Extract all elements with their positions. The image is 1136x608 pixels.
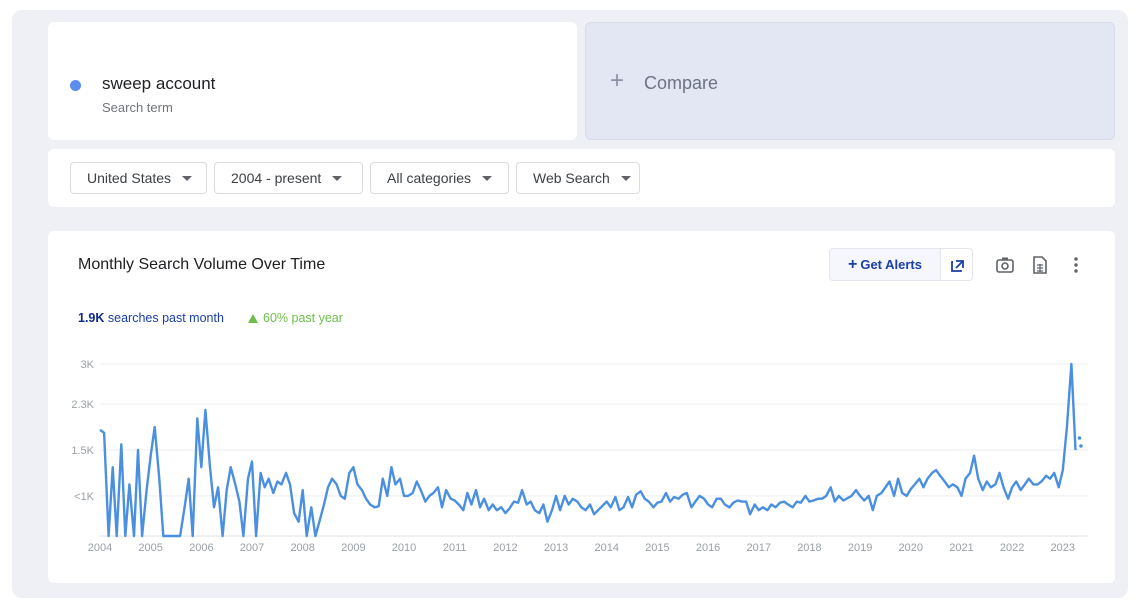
x-tick-label: 2014 — [594, 542, 618, 554]
x-tick-label: 2019 — [848, 542, 872, 554]
line-chart: <1K 1.5K 2.3K 3K 2004 2005 2006 2007 2008 2009 201… — [71, 359, 1088, 554]
x-tick-label: 2004 — [88, 542, 112, 554]
caret-down-icon — [620, 175, 631, 181]
x-tick-label: 2015 — [645, 542, 669, 554]
plus-icon: + — [610, 67, 625, 94]
search-term-card[interactable]: sweep account Search term — [48, 22, 577, 140]
caret-down-icon — [482, 175, 493, 181]
x-tick-label: 2017 — [747, 542, 771, 554]
y-tick-label: <1K — [74, 491, 95, 503]
x-tick-label: 2006 — [189, 542, 213, 554]
x-tick-label: 2012 — [493, 542, 517, 554]
x-tick-label: 2018 — [797, 542, 821, 554]
y-tick-label: 3K — [81, 359, 95, 371]
compare-label: Compare — [644, 73, 719, 93]
x-tick-label: 2013 — [544, 542, 568, 554]
caret-down-icon — [332, 175, 343, 181]
trend-dot — [1077, 436, 1082, 440]
filter-bar: United States 2004 - present All categor… — [48, 149, 1115, 207]
search-term-name: sweep account — [102, 74, 216, 93]
x-tick-label: 2009 — [341, 542, 365, 554]
x-tick-label: 2022 — [1000, 542, 1024, 554]
x-tick-label: 2023 — [1051, 542, 1075, 554]
term-color-dot — [70, 80, 81, 91]
x-tick-label: 2020 — [899, 542, 923, 554]
x-tick-label: 2005 — [138, 542, 162, 554]
filter-search-type[interactable]: Web Search — [516, 162, 640, 194]
filter-region[interactable]: United States — [70, 162, 207, 194]
filter-search-type-label: Web Search — [533, 170, 610, 186]
caret-down-icon — [182, 175, 193, 181]
filter-time-range[interactable]: 2004 - present — [214, 162, 363, 194]
x-tick-label: 2021 — [949, 542, 973, 554]
compare-button[interactable]: + Compare — [585, 22, 1115, 140]
page-frame: sweep account Search term + Compare Unit… — [12, 10, 1128, 598]
x-tick-label: 2007 — [240, 542, 264, 554]
x-tick-label: 2010 — [392, 542, 416, 554]
search-term-subtitle: Search term — [102, 100, 173, 115]
filter-time-range-label: 2004 - present — [231, 170, 322, 186]
filter-category-label: All categories — [387, 170, 472, 186]
filter-region-label: United States — [87, 170, 172, 186]
chart-card: Monthly Search Volume Over Time + Get Al… — [48, 231, 1115, 583]
y-tick-label: 1.5K — [71, 445, 94, 457]
x-tick-label: 2008 — [290, 542, 314, 554]
x-tick-label: 2011 — [443, 542, 467, 554]
x-tick-label: 2016 — [696, 542, 720, 554]
filter-category[interactable]: All categories — [370, 162, 509, 194]
y-tick-label: 2.3K — [71, 399, 94, 411]
trend-dot — [1079, 444, 1083, 448]
